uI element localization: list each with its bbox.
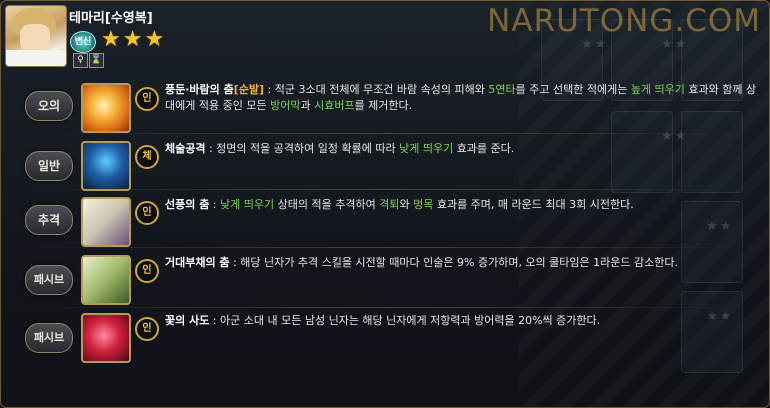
character-title: 테마리[수영복] bbox=[69, 11, 153, 26]
description-text: 과 bbox=[300, 99, 315, 112]
ninjutsu-seal-icon: 인 bbox=[135, 317, 159, 341]
skill-name: 풍둔·바람의 춤 bbox=[165, 83, 234, 96]
gender-icon: ♀ bbox=[73, 53, 88, 68]
description-text: : bbox=[209, 198, 221, 211]
skill-type-label: 일반 bbox=[25, 151, 73, 181]
description-text: 상태의 적을 추격하여 bbox=[274, 198, 380, 211]
ninjutsu-seal-icon: 인 bbox=[135, 87, 159, 111]
keyword-text: 멍목 bbox=[413, 198, 434, 211]
giant-fan-icon[interactable] bbox=[81, 255, 131, 305]
background-star-icon: ★★ bbox=[706, 219, 734, 234]
skill-type-label: 패시브 bbox=[25, 323, 73, 353]
site-watermark: NARUTONG.COM bbox=[487, 3, 761, 39]
row-divider bbox=[19, 307, 759, 308]
skill-name: 체술공격 bbox=[165, 142, 206, 155]
row-divider bbox=[19, 189, 759, 190]
description-text: : 적군 3소대 전체에 무조건 바람 속성의 피해와 bbox=[264, 83, 489, 96]
background-card bbox=[681, 291, 743, 373]
description-text: : 해당 닌자가 추격 스킬을 시전할 때마다 인술은 9% 증가하며, 오의 … bbox=[229, 256, 678, 269]
description-text: : 아군 소대 내 모든 남성 닌자는 해당 닌자에게 저항력과 방어력을 20… bbox=[209, 314, 601, 327]
skill-type-label: 패시브 bbox=[25, 265, 73, 295]
description-text: 효과를 주며, 매 라운드 최대 3회 시전한다. bbox=[433, 198, 634, 211]
skill-name: 거대부채의 춤 bbox=[165, 256, 230, 269]
skill-tooltip-panel: ★★ ★★ ★★ ★★ ★★ NARUTONG.COM 테마리[수영복] 변신 … bbox=[0, 0, 770, 408]
skill-description: 꽃의 사도 : 아군 소대 내 모든 남성 닌자는 해당 닌자에게 저항력과 방… bbox=[165, 313, 765, 329]
character-portrait bbox=[5, 5, 67, 67]
description-text: 를 제거한다. bbox=[354, 99, 413, 112]
skill-name: 꽃의 사도 bbox=[165, 314, 210, 327]
ninjutsu-seal-icon: 인 bbox=[135, 201, 159, 225]
ninjutsu-seal-icon: 인 bbox=[135, 259, 159, 283]
description-text: 효과를 준다. bbox=[453, 142, 515, 155]
keyword-text: 높게 띄우기 bbox=[630, 83, 685, 96]
keyword-text: 방어막 bbox=[270, 99, 301, 112]
wind-spiral-icon[interactable] bbox=[81, 83, 131, 133]
skill-tag: [순발] bbox=[233, 83, 265, 96]
fan-icon[interactable] bbox=[81, 197, 131, 247]
keyword-text: 격퇴 bbox=[379, 198, 400, 211]
skill-type-label: 추격 bbox=[25, 205, 73, 235]
keyword-text: 낮게 띄우기 bbox=[399, 142, 454, 155]
taijutsu-seal-icon: 체 bbox=[135, 145, 159, 169]
background-star-icon: ★★ bbox=[581, 37, 609, 52]
description-text: : 정면의 적을 공격하여 일정 확률에 따라 bbox=[205, 142, 400, 155]
hourglass-icon: ⌛ bbox=[89, 53, 104, 68]
fist-glove-icon[interactable] bbox=[81, 141, 131, 191]
row-divider bbox=[19, 247, 759, 248]
keyword-text: 시효버프 bbox=[314, 99, 355, 112]
row-divider bbox=[19, 133, 759, 134]
keyword-text: 5연타 bbox=[488, 83, 516, 96]
skill-description: 거대부채의 춤 : 해당 닌자가 추격 스킬을 시전할 때마다 인술은 9% 증… bbox=[165, 255, 765, 271]
skill-name: 선풍의 춤 bbox=[165, 198, 210, 211]
keyword-text: 낮게 띄우기 bbox=[220, 198, 275, 211]
skill-description: 체술공격 : 정면의 적을 공격하여 일정 확률에 따라 낮게 띄우기 효과를 … bbox=[165, 141, 765, 157]
rose-icon[interactable] bbox=[81, 313, 131, 363]
skill-description: 풍둔·바람의 춤[순발] : 적군 3소대 전체에 무조건 바람 속성의 피해와… bbox=[165, 82, 765, 114]
skill-type-label: 오의 bbox=[25, 91, 73, 121]
description-text: 와 bbox=[399, 198, 414, 211]
description-text: 를 주고 선택한 적에게는 bbox=[515, 83, 631, 96]
background-star-icon: ★★ bbox=[661, 37, 689, 52]
transform-badge: 변신 bbox=[70, 31, 96, 53]
skill-description: 선풍의 춤 : 낮게 띄우기 상태의 적을 추격하여 격퇴와 멍목 효과를 주며… bbox=[165, 197, 765, 213]
star-rating: ★★★ bbox=[101, 27, 167, 52]
